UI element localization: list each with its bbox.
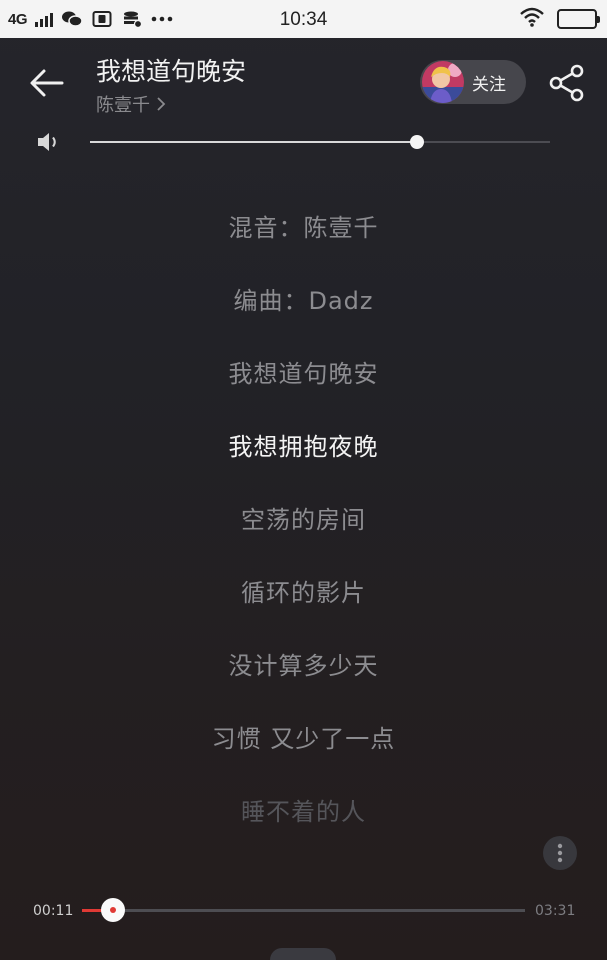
lyric-line: 没计算多少天 <box>228 652 379 680</box>
back-button[interactable] <box>26 62 68 104</box>
artist-avatar <box>422 61 464 103</box>
total-time: 03:31 <box>535 903 576 919</box>
volume-thumb[interactable] <box>409 135 424 149</box>
lyric-line: 编曲：Dadz <box>233 287 374 315</box>
status-bar: 4G 10:34 <box>0 0 607 38</box>
lyric-line: 我想拥抱夜晚 <box>228 433 379 461</box>
artist-link[interactable]: 陈壹千 <box>96 91 166 117</box>
lyric-line: 习惯 又少了一点 <box>211 725 396 753</box>
more-vertical-icon <box>557 843 563 863</box>
lyric-line-partial <box>0 152 607 166</box>
player-screen: 4G 10:34 我想道句晚安 陈壹千 关注 混音：陈壹千 编曲：Dadz 我想… <box>0 0 607 960</box>
lyric-line: 循环的影片 <box>241 579 366 607</box>
progress-bar[interactable] <box>82 898 525 922</box>
volume-fill <box>90 141 417 143</box>
elapsed-time: 00:11 <box>33 903 74 919</box>
lyric-line: 空荡的房间 <box>241 506 366 534</box>
back-arrow-icon <box>30 69 64 97</box>
chevron-right-icon <box>157 97 166 111</box>
status-right <box>519 0 600 38</box>
follow-button[interactable]: 关注 <box>420 60 526 104</box>
volume-button[interactable] <box>36 131 62 153</box>
battery-icon <box>557 9 600 29</box>
lyrics-list[interactable]: 混音：陈壹千 编曲：Dadz 我想道句晚安 我想拥抱夜晚 空荡的房间 循环的影片… <box>0 208 607 865</box>
lyric-line: 混音：陈壹千 <box>228 214 379 242</box>
play-button-peek[interactable] <box>270 948 336 960</box>
share-button[interactable] <box>548 64 586 102</box>
follow-label: 关注 <box>472 74 506 95</box>
artist-name: 陈壹千 <box>96 95 150 116</box>
speaker-icon <box>38 133 56 151</box>
share-icon <box>549 64 584 102</box>
progress-thumb[interactable] <box>101 898 125 922</box>
more-options-button[interactable] <box>543 836 577 870</box>
lyric-line: 我想道句晚安 <box>228 360 379 388</box>
status-time: 10:34 <box>279 9 328 30</box>
song-title: 我想道句晚安 <box>96 57 247 86</box>
wifi-icon <box>519 7 545 32</box>
lyric-line: 睡不着的人 <box>241 798 366 826</box>
volume-slider[interactable] <box>90 135 550 149</box>
